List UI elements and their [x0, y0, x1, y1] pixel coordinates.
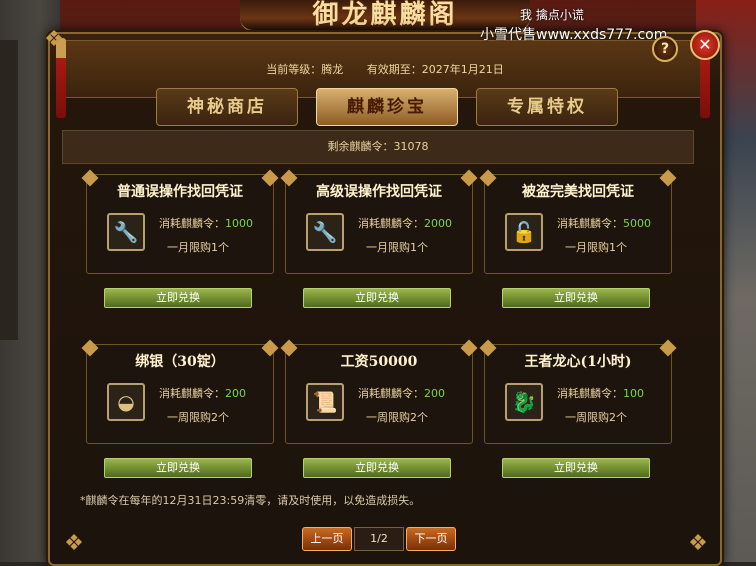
item-cost: 消耗麒麟令：200	[358, 385, 445, 401]
background-pillar	[0, 40, 18, 340]
close-button[interactable]: ✕	[690, 30, 720, 60]
item-card: 绑银（30锭） ◒ 消耗麒麟令：200 一周限购2个	[81, 339, 279, 444]
item-cost: 消耗麒麟令：5000	[557, 215, 651, 231]
cost-label: 消耗麒麟令：	[358, 387, 424, 400]
cost-value: 200	[225, 387, 246, 400]
cost-value: 100	[623, 387, 644, 400]
item-card: 工资50000 📜 消耗麒麟令：200 一周限购2个	[280, 339, 478, 444]
gold-scroll-icon[interactable]: 📜	[306, 383, 344, 421]
next-page-button[interactable]: 下一页	[406, 527, 456, 551]
status-line: 当前等级：腾龙 有效期至：2027年1月21日	[61, 61, 709, 77]
corner-ornament-icon: ❖	[64, 531, 84, 556]
purchase-limit: 一周限购2个	[565, 411, 627, 424]
cost-label: 消耗麒麟令：	[557, 387, 623, 400]
item-cost: 消耗麒麟令：1000	[159, 215, 253, 231]
item-title: 被盗完美找回凭证	[522, 184, 634, 200]
item-cost: 消耗麒麟令：100	[557, 385, 644, 401]
cost-value: 1000	[225, 217, 253, 230]
item-cost: 消耗麒麟令：2000	[358, 215, 452, 231]
page-indicator: 1/2	[354, 527, 404, 551]
item-title: 高级误操作找回凭证	[316, 184, 442, 200]
corner-ornament-icon: ❖	[688, 531, 708, 556]
prev-page-button[interactable]: 上一页	[302, 527, 352, 551]
item-card: 普通误操作找回凭证 🔧 消耗麒麟令：1000 一月限购1个	[81, 169, 279, 274]
remaining-tokens: 剩余麒麟令：31078	[62, 130, 694, 164]
help-button[interactable]: ?	[652, 36, 678, 62]
item-title: 普通误操作找回凭证	[117, 184, 243, 200]
cost-value: 2000	[424, 217, 452, 230]
silver-ingot-icon[interactable]: ◒	[107, 383, 145, 421]
corner-ornament-icon: ❖	[44, 27, 64, 52]
tab-mystery-shop[interactable]: 神秘商店	[156, 88, 298, 126]
wrench-icon[interactable]: 🔧	[306, 213, 344, 251]
cost-label: 消耗麒麟令：	[159, 217, 225, 230]
purchase-limit: 一周限购2个	[366, 411, 428, 424]
item-title: 工资50000	[340, 354, 418, 370]
lock-icon[interactable]: 🔓	[505, 213, 543, 251]
redeem-button[interactable]: 立即兑换	[303, 458, 451, 478]
redeem-button[interactable]: 立即兑换	[104, 458, 252, 478]
expiry-date: 有效期至：2027年1月21日	[366, 63, 504, 76]
cost-label: 消耗麒麟令：	[358, 217, 424, 230]
cost-label: 消耗麒麟令：	[557, 217, 623, 230]
item-cost: 消耗麒麟令：200	[159, 385, 246, 401]
purchase-limit: 一周限购2个	[167, 411, 229, 424]
item-title: 王者龙心(1小时)	[524, 354, 632, 370]
item-card: 被盗完美找回凭证 🔓 消耗麒麟令：5000 一月限购1个	[479, 169, 677, 274]
item-card: 王者龙心(1小时) 🐉 消耗麒麟令：100 一周限购2个	[479, 339, 677, 444]
redeem-button[interactable]: 立即兑换	[303, 288, 451, 308]
cost-label: 消耗麒麟令：	[159, 387, 225, 400]
dragon-icon[interactable]: 🐉	[505, 383, 543, 421]
purchase-limit: 一月限购1个	[565, 241, 627, 254]
redeem-button[interactable]: 立即兑换	[502, 458, 650, 478]
redeem-button[interactable]: 立即兑换	[104, 288, 252, 308]
cost-value: 200	[424, 387, 445, 400]
scroll-text: 我 擒点小谎	[520, 8, 584, 22]
watermark-text: 小雪代售www.xxds777.com	[480, 27, 668, 43]
item-card: 高级误操作找回凭证 🔧 消耗麒麟令：2000 一月限购1个	[280, 169, 478, 274]
redeem-button[interactable]: 立即兑换	[502, 288, 650, 308]
item-title: 绑银（30锭）	[135, 354, 225, 370]
wrench-icon[interactable]: 🔧	[107, 213, 145, 251]
purchase-limit: 一月限购1个	[366, 241, 428, 254]
tab-exclusive-privileges[interactable]: 专属特权	[476, 88, 618, 126]
cost-value: 5000	[623, 217, 651, 230]
purchase-limit: 一月限购1个	[167, 241, 229, 254]
tab-qilin-treasure[interactable]: 麒麟珍宝	[316, 88, 458, 126]
reset-notice: *麒麟令在每年的12月31日23:59清零，请及时使用，以免造成损失。	[80, 494, 421, 507]
current-level: 当前等级：腾龙	[266, 63, 344, 76]
